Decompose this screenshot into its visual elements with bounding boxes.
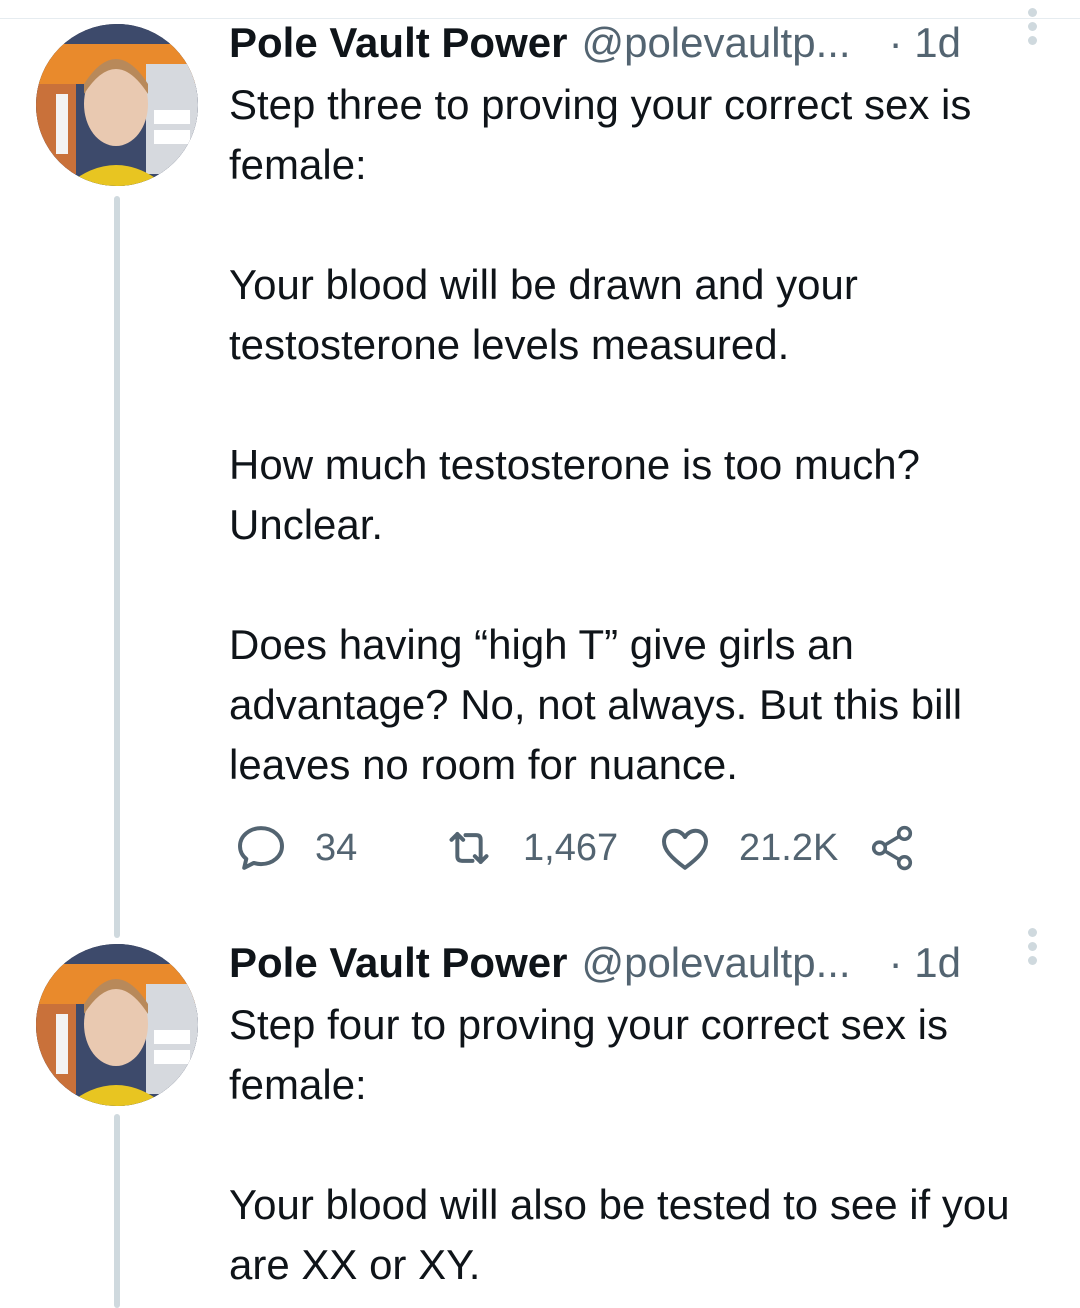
tweet[interactable]: Pole Vault Power @polevaultp... · 1d Ste…: [0, 920, 1080, 1308]
thread-line: [114, 1114, 120, 1308]
tweet-paragraph: How much testosterone is too much? Uncle…: [229, 441, 920, 548]
share-nodes-icon: [871, 825, 913, 871]
tweet-header: Pole Vault Power @polevaultp... · 1d: [229, 16, 1059, 70]
tweet-text: Step four to proving your correct sex is…: [229, 995, 1049, 1295]
retweet-arrows-icon: [449, 832, 489, 864]
tweet-header: Pole Vault Power @polevaultp... · 1d: [229, 936, 1059, 990]
tweet-paragraph: Step three to proving your correct sex i…: [229, 81, 972, 188]
retweet-count: 1,467: [523, 826, 619, 869]
reply-button[interactable]: 34: [233, 818, 357, 878]
like-count: 21.2K: [739, 826, 839, 869]
timestamp[interactable]: · 1d: [889, 936, 961, 990]
tweet-paragraph: Step four to proving your correct sex is…: [229, 1001, 948, 1108]
avatar-image: [36, 24, 198, 186]
vertical-ellipsis-icon[interactable]: [1026, 8, 1038, 48]
timestamp[interactable]: · 1d: [889, 16, 961, 70]
tweet-paragraph: Does having “high T” give girls an advan…: [229, 621, 963, 788]
avatar[interactable]: [36, 24, 198, 186]
thread-line: [114, 196, 120, 938]
tweet[interactable]: Pole Vault Power @polevaultp... · 1d Ste…: [0, 0, 1080, 938]
author-handle[interactable]: @polevaultp...: [581, 16, 850, 70]
author-name[interactable]: Pole Vault Power: [229, 936, 567, 990]
like-button[interactable]: 21.2K: [657, 818, 838, 878]
author-name[interactable]: Pole Vault Power: [229, 16, 567, 70]
tweet-text: Step three to proving your correct sex i…: [229, 75, 1049, 795]
share-button[interactable]: [867, 818, 917, 878]
tweet-actions: 34 1,467 21.2K: [229, 818, 989, 878]
avatar[interactable]: [36, 944, 198, 1106]
author-handle[interactable]: @polevaultp...: [581, 936, 850, 990]
vertical-ellipsis-icon[interactable]: [1026, 928, 1038, 968]
tweet-paragraph: Your blood will be drawn and your testos…: [229, 261, 858, 368]
avatar-image: [36, 944, 198, 1106]
speech-bubble-icon: [238, 826, 284, 870]
retweet-button[interactable]: 1,467: [441, 818, 618, 878]
tweet-paragraph: Your blood will also be tested to see if…: [229, 1181, 1010, 1288]
heart-icon: [662, 828, 708, 870]
reply-count: 34: [315, 826, 358, 869]
